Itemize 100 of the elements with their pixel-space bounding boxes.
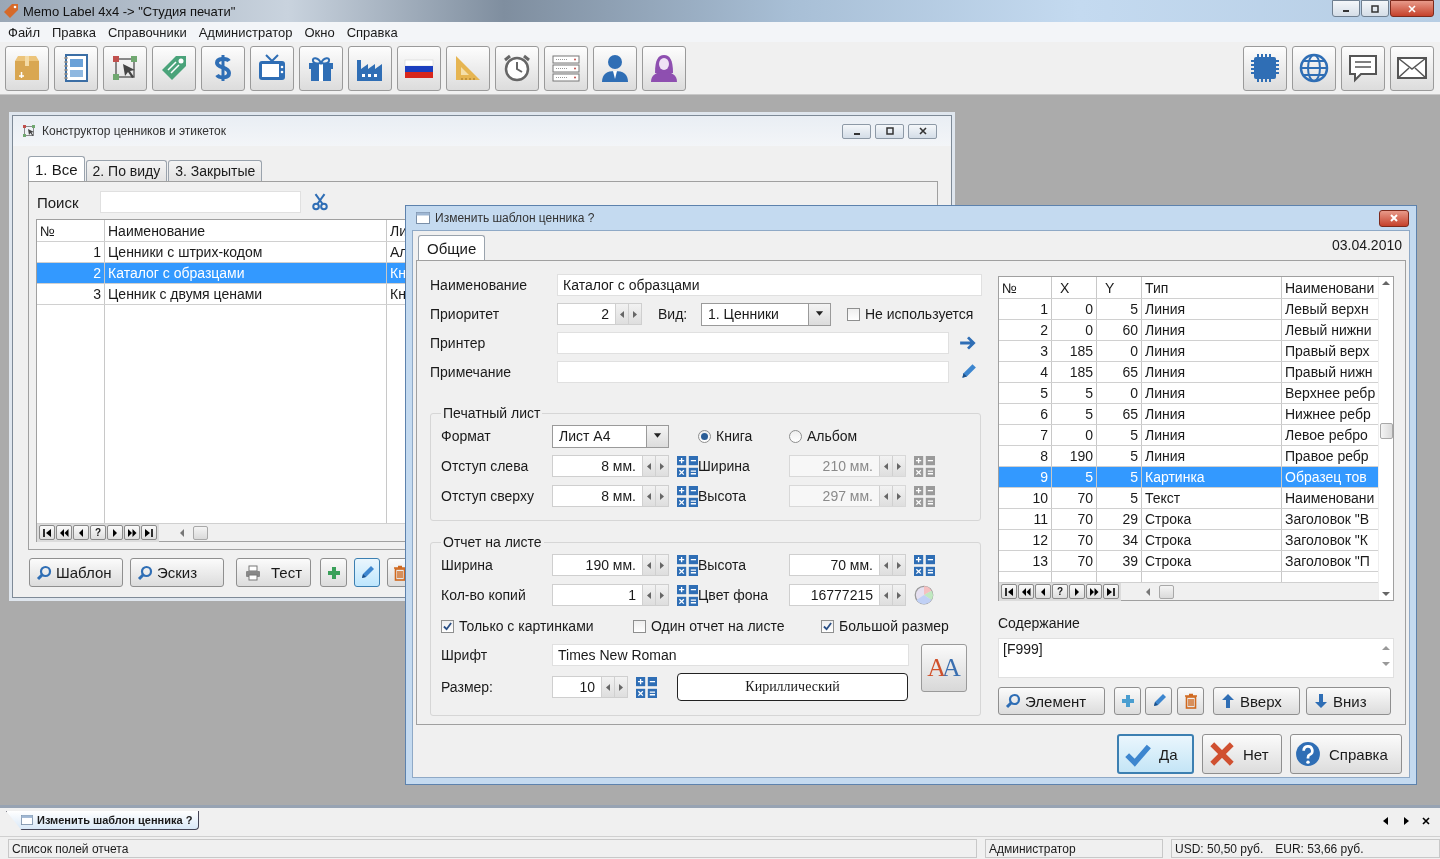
table-cell-text: Левый верхн (1284, 300, 1370, 319)
table-cell: 5 (1097, 467, 1142, 487)
table-cell: Строка (1142, 551, 1282, 571)
table-cell: Картинка (1142, 467, 1282, 487)
table-cell-text: Левый нижни (1284, 321, 1373, 340)
checkbox-label: Один отчет на листе (651, 618, 785, 634)
table-cell-text: Заголовок "К (1284, 531, 1369, 550)
table-cell: 0 (1052, 320, 1097, 340)
status-text: Администратор (989, 841, 1076, 856)
table-cell-text: Правое ребр (1284, 447, 1370, 466)
table-cell: Линия (1142, 404, 1282, 424)
table-cell-text: Верхнее ребр (1284, 384, 1377, 403)
table-cell-text: Правый верх (1284, 342, 1371, 361)
field-label: Отступ сверху (441, 488, 535, 504)
window-title: Изменить шаблон ценника ? (435, 211, 595, 225)
table-cell-text: Наименовани (1284, 489, 1376, 508)
window-title: Конструктор ценников и этикеток (42, 124, 226, 138)
radio-label: Альбом (807, 428, 858, 444)
field-label: Вид: (658, 306, 689, 322)
table-cell: 5 (1097, 488, 1142, 508)
status-text: EUR: 53,66 руб. (1275, 841, 1364, 856)
table-cell: Ценники с штрих-кодом (105, 242, 387, 262)
table-cell: 5 (1052, 467, 1097, 487)
table-cell: 29 (1097, 509, 1142, 529)
table-cell: Ценник с двумя ценами (105, 284, 387, 304)
table-cell-text: Заголовок "П (1284, 552, 1371, 571)
status-text: USD: 50,50 руб. (1175, 841, 1264, 856)
search-label: Поиск (37, 193, 80, 211)
table-cell: 65 (1097, 404, 1142, 424)
checkbox-label: Большой размер (839, 618, 949, 634)
field-label: Примечание (430, 364, 513, 380)
table-cell: 70 (1052, 530, 1097, 550)
table-cell: 11 (999, 509, 1052, 529)
field-label: Приоритет (430, 306, 501, 322)
table-cell: Линия (1142, 362, 1282, 382)
field-label: Формат (441, 428, 492, 444)
table-cell: 190 (1052, 446, 1097, 466)
table-cell: 60 (1097, 320, 1142, 340)
table-cell: 70 (1052, 551, 1097, 571)
table-cell: 9 (999, 467, 1052, 487)
table-cell-text: Кн (389, 264, 407, 283)
table-cell: 8 (999, 446, 1052, 466)
table-cell: 185 (1052, 341, 1097, 361)
checkbox-label: Не используется (865, 306, 974, 322)
field-label: Размер: (441, 679, 494, 695)
table-cell: Строка (1142, 509, 1282, 529)
field-label: Отступ слева (441, 458, 530, 474)
table-cell: 4 (999, 362, 1052, 382)
field-label: Принтер (430, 335, 487, 351)
field-label: Кол-во копий (441, 587, 527, 603)
table-cell: 10 (999, 488, 1052, 508)
table-cell: 5 (1052, 383, 1097, 403)
table-cell: Текст (1142, 488, 1282, 508)
table-cell: 2 (999, 320, 1052, 340)
table-cell: 3 (999, 341, 1052, 361)
table-cell: 34 (1097, 530, 1142, 550)
table-cell-text: Нижнее ребр (1284, 405, 1372, 424)
table-cell: 39 (1097, 551, 1142, 571)
table-cell-text: Правый нижн (1284, 363, 1374, 382)
date-label: 03.04.2010 (1331, 237, 1402, 253)
table-cell: Линия (1142, 383, 1282, 403)
table-cell: 6 (999, 404, 1052, 424)
table-cell: 7 (999, 425, 1052, 445)
table-cell: 70 (1052, 509, 1097, 529)
field-label: Высота (698, 557, 748, 573)
table-cell: Линия (1142, 320, 1282, 340)
table-cell-text: Образец тов (1284, 468, 1368, 487)
table-cell: 5 (1052, 404, 1097, 424)
table-cell: 5 (999, 383, 1052, 403)
table-cell: Линия (1142, 425, 1282, 445)
radio-label: Книга (716, 428, 753, 444)
field-label: Цвет фона (698, 587, 770, 603)
table-cell: 3 (37, 284, 105, 304)
table-cell: 5 (1097, 446, 1142, 466)
table-cell-text: Заголовок "В (1284, 510, 1371, 529)
table-cell: 0 (1097, 341, 1142, 361)
table-cell: Каталог с образцами (105, 263, 387, 283)
table-cell-text: Левое ребро (1284, 426, 1369, 445)
table-cell: Линия (1142, 446, 1282, 466)
table-cell: 2 (37, 263, 105, 283)
table-cell-text: Кн (389, 285, 407, 304)
table-cell: 1 (37, 242, 105, 262)
group-title: Отчет на листе (442, 534, 543, 550)
table-cell: 5 (1097, 299, 1142, 319)
table-cell: 0 (1052, 425, 1097, 445)
table-cell: 12 (999, 530, 1052, 550)
field-label: Наименование (430, 277, 529, 293)
table-cell: 185 (1052, 362, 1097, 382)
table-cell: Строка (1142, 530, 1282, 550)
table-cell: 70 (1052, 488, 1097, 508)
table-cell: Линия (1142, 299, 1282, 319)
group-title: Печатный лист (442, 405, 542, 421)
field-label: Содержание (998, 615, 1081, 633)
window-title: Memo Label 4x4 -> "Студия печати" (23, 3, 236, 19)
table-cell: 65 (1097, 362, 1142, 382)
table-cell: 13 (999, 551, 1052, 571)
table-cell: 0 (1052, 299, 1097, 319)
status-text: Список полей отчета (12, 841, 129, 856)
checkbox-label: Только с картинками (459, 618, 594, 634)
table-cell: 1 (999, 299, 1052, 319)
